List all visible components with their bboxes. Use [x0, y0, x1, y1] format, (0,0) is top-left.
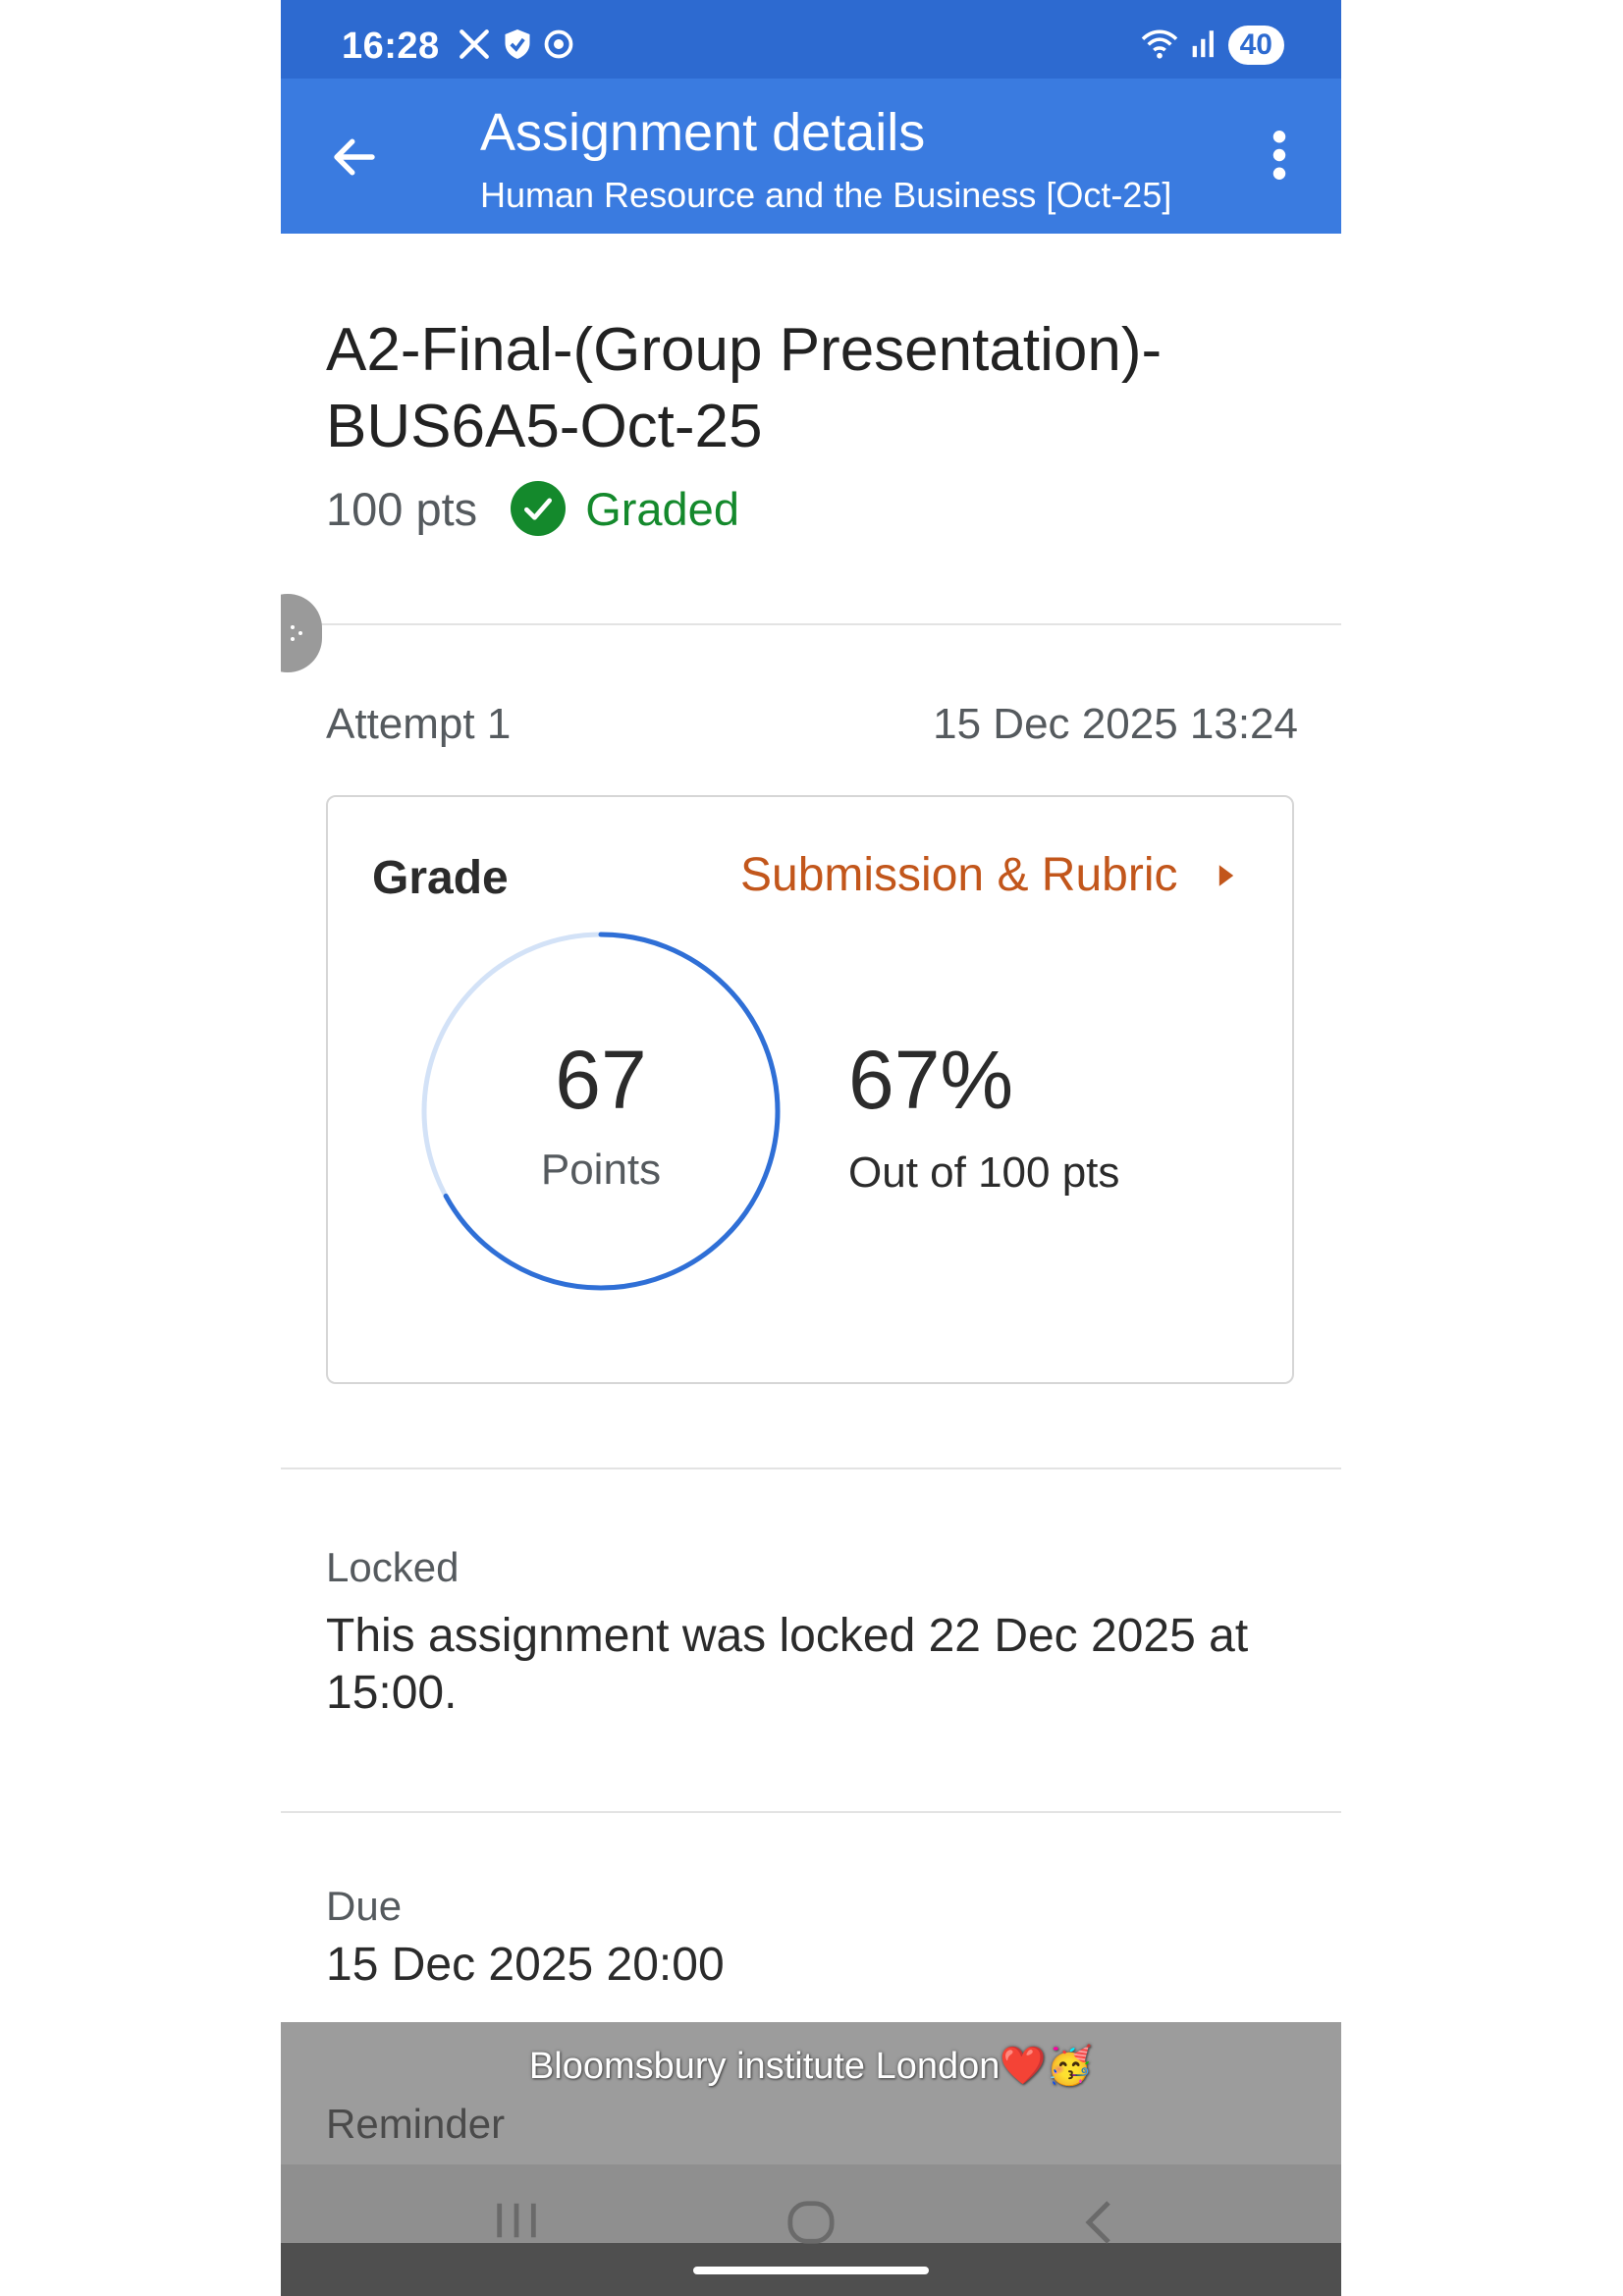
- home-button[interactable]: [786, 2199, 836, 2246]
- phone-screen: 16:28 40 Assignment details Human Resour…: [281, 0, 1341, 2296]
- shield-icon: [503, 27, 532, 66]
- assignment-title: A2-Final-(Group Presentation)-BUS6A5-Oct…: [326, 316, 1163, 460]
- chrome-icon: [544, 29, 573, 64]
- recent-apps-icon: [497, 2203, 536, 2238]
- overlay-caption: Bloomsbury institute London❤️🥳: [528, 2046, 1094, 2087]
- home-circle-icon: [787, 2201, 835, 2244]
- course-subtitle: Human Resource and the Business [Oct-25]: [480, 175, 1172, 215]
- submission-rubric-label: Submission & Rubric: [740, 849, 1178, 901]
- due-label: Due: [326, 1883, 403, 1929]
- overflow-menu-button[interactable]: [1255, 126, 1304, 185]
- due-date: 15 Dec 2025 20:00: [326, 1939, 725, 1991]
- reminder-label: Reminder: [326, 2101, 506, 2147]
- points-label: Points: [540, 1146, 662, 1194]
- sparkle-icon: [291, 625, 302, 641]
- x-logo-icon: [458, 27, 491, 66]
- status-time: 16:28: [342, 26, 440, 67]
- divider: [281, 1811, 1341, 1813]
- graded-status: Graded: [585, 482, 739, 535]
- status-bar: 16:28 40: [281, 0, 1341, 79]
- recent-apps-button[interactable]: [492, 2199, 541, 2242]
- divider: [281, 623, 1341, 625]
- assignment-points: 100 pts: [326, 482, 478, 535]
- attempt-label: Attempt 1: [326, 700, 512, 748]
- divider: [281, 1468, 1341, 1469]
- home-indicator: [693, 2267, 929, 2274]
- out-of-label: Out of 100 pts: [848, 1148, 1120, 1197]
- locked-text: This assignment was locked 22 Dec 2025 a…: [326, 1610, 1249, 1719]
- floating-assistant-handle[interactable]: [281, 594, 322, 672]
- back-button[interactable]: [320, 123, 389, 191]
- points-value: 67: [555, 1034, 647, 1126]
- signal-icon: [1189, 27, 1218, 65]
- assignment-meta: 100 pts Graded: [326, 481, 739, 536]
- arrow-left-icon: [334, 138, 375, 176]
- attempt-row: Attempt 1 15 Dec 2025 13:24: [326, 700, 1298, 749]
- attempt-date: 15 Dec 2025 13:24: [933, 700, 1298, 748]
- locked-label: Locked: [326, 1544, 460, 1590]
- grade-label: Grade: [372, 852, 509, 904]
- page-title: Assignment details: [480, 103, 926, 162]
- wifi-icon: [1140, 27, 1179, 65]
- battery-indicator: 40: [1227, 26, 1284, 65]
- grade-card: Grade Submission & Rubric 67 Points 67% …: [326, 795, 1294, 1384]
- check-circle-icon: [511, 481, 567, 536]
- system-back-button[interactable]: [1081, 2199, 1116, 2246]
- chevron-left-icon: [1085, 2201, 1110, 2244]
- caret-right-icon: [1217, 863, 1235, 888]
- more-vert-icon: [1272, 131, 1286, 180]
- status-notification-icons: [458, 27, 573, 66]
- submission-rubric-link[interactable]: Submission & Rubric: [740, 848, 1235, 902]
- app-bar: Assignment details Human Resource and th…: [281, 79, 1341, 234]
- percent-value: 67%: [848, 1034, 1014, 1126]
- status-system-icons: 40: [1140, 26, 1284, 65]
